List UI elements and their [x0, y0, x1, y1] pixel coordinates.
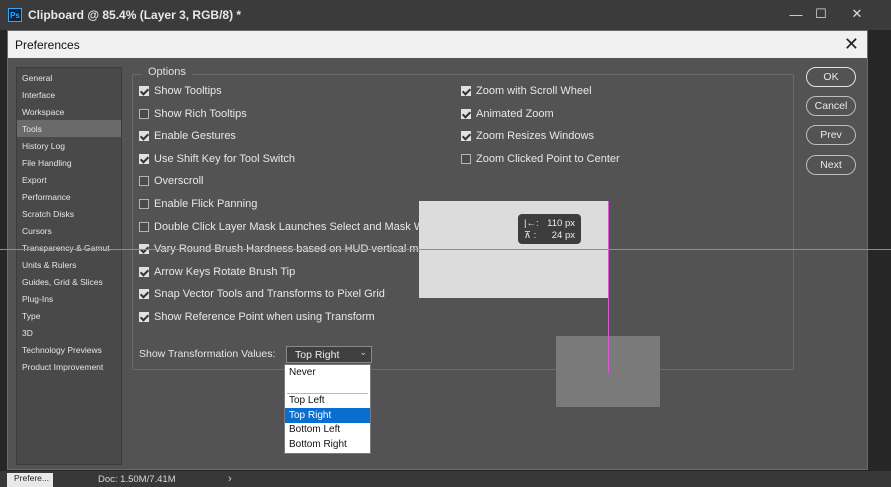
chevron-right-icon[interactable]: › — [228, 473, 232, 485]
option-label: Show Reference Point when using Transfor… — [154, 311, 375, 323]
options-legend: Options — [142, 66, 192, 78]
sidebar-item-guides-grid-slices[interactable]: Guides, Grid & Slices — [17, 273, 121, 290]
option-checkbox[interactable]: Zoom Clicked Point to Center — [461, 153, 620, 165]
checkbox-checked-icon[interactable] — [139, 86, 149, 96]
transform-values-label: Show Transformation Values: — [139, 348, 276, 360]
option-label: Enable Gestures — [154, 130, 236, 143]
sidebar-item-technology-previews[interactable]: Technology Previews — [17, 341, 121, 358]
option-label: Zoom Resizes Windows — [476, 130, 594, 143]
option-checkbox[interactable]: Zoom Resizes Windows — [461, 130, 594, 142]
transform-hud-tooltip: |←: 110 px ⊼ : 24 px — [518, 214, 581, 244]
checkbox-unchecked-icon[interactable] — [461, 153, 471, 164]
dropdown-separator — [287, 380, 368, 394]
sidebar-item-history-log[interactable]: History Log — [17, 137, 121, 154]
close-window-button[interactable]: ✕ — [842, 4, 872, 24]
chevron-down-icon: ⌄ — [359, 347, 367, 357]
hud-x-value: 110 px — [547, 217, 575, 229]
dropdown-option-top-left[interactable]: Top Left — [285, 394, 370, 409]
option-checkbox[interactable]: Show Reference Point when using Transfor… — [139, 311, 375, 323]
transform-values-select[interactable]: Top Right ⌄ — [286, 346, 372, 363]
option-label: Double Click Layer Mask Launches Select … — [154, 220, 440, 233]
sidebar-item-type[interactable]: Type — [17, 307, 121, 324]
sidebar-item-product-improvement[interactable]: Product Improvement — [17, 358, 121, 375]
status-bar: Prefere... Doc: 1.50M/7.41M › — [0, 471, 891, 487]
option-checkbox[interactable]: Enable Flick Panning — [139, 198, 257, 210]
checkbox-checked-icon[interactable] — [139, 131, 149, 142]
horizontal-guide-line[interactable] — [0, 249, 891, 250]
sidebar-item-units-rulers[interactable]: Units & Rulers — [17, 256, 121, 273]
option-label: Zoom Clicked Point to Center — [476, 152, 620, 165]
dropdown-option-top-right[interactable]: Top Right — [285, 408, 370, 423]
option-label: Use Shift Key for Tool Switch — [154, 152, 296, 165]
checkbox-checked-icon[interactable] — [139, 153, 149, 164]
option-checkbox[interactable]: Show Tooltips — [139, 85, 222, 97]
sidebar-item-scratch-disks[interactable]: Scratch Disks — [17, 205, 121, 222]
sidebar-item-plug-ins[interactable]: Plug-Ins — [17, 290, 121, 307]
option-label: Enable Flick Panning — [154, 198, 258, 210]
option-checkbox[interactable]: Zoom with Scroll Wheel — [461, 85, 592, 97]
dialog-title: Preferences — [15, 37, 80, 52]
dropdown-option-never[interactable]: Never — [285, 365, 370, 380]
checkbox-checked-icon[interactable] — [139, 289, 149, 300]
sidebar-item-file-handling[interactable]: File Handling — [17, 154, 121, 171]
checkbox-unchecked-icon[interactable] — [139, 221, 149, 232]
app-titlebar: Ps Clipboard @ 85.4% (Layer 3, RGB/8) * … — [0, 0, 891, 30]
next-button[interactable]: Next — [806, 155, 856, 175]
transform-values-dropdown: Never Top Left Top Right Bottom Left Bot… — [284, 364, 371, 454]
hud-x-row: |←: 110 px — [524, 217, 575, 229]
checkbox-checked-icon[interactable] — [461, 86, 471, 96]
photoshop-logo-icon: Ps — [8, 8, 22, 22]
checkbox-unchecked-icon[interactable] — [139, 108, 149, 119]
dropdown-option-bottom-right[interactable]: Bottom Right — [285, 437, 370, 452]
maximize-button[interactable]: ☐ — [806, 4, 836, 24]
status-tab[interactable]: Prefere... — [7, 473, 53, 487]
hud-y-row: ⊼ : 24 px — [524, 229, 575, 241]
checkbox-checked-icon[interactable] — [139, 312, 149, 322]
sidebar-item-cursors[interactable]: Cursors — [17, 222, 121, 239]
vertical-guide-line[interactable] — [608, 201, 609, 373]
checkbox-checked-icon[interactable] — [139, 266, 149, 277]
document-title: Clipboard @ 85.4% (Layer 3, RGB/8) * — [28, 8, 242, 22]
option-label: Show Tooltips — [154, 85, 222, 97]
dropdown-option-bottom-left[interactable]: Bottom Left — [285, 423, 370, 438]
arrow-up-bar-icon: ⊼ : — [524, 229, 537, 241]
option-label: Snap Vector Tools and Transforms to Pixe… — [154, 288, 385, 301]
arrow-left-bar-icon: |←: — [524, 217, 539, 229]
transform-values-selected: Top Right — [295, 348, 340, 361]
option-checkbox[interactable]: Animated Zoom — [461, 108, 554, 120]
option-label: Animated Zoom — [476, 107, 554, 120]
option-label: Overscroll — [154, 175, 204, 188]
option-label: Arrow Keys Rotate Brush Tip — [154, 265, 296, 278]
checkbox-unchecked-icon[interactable] — [139, 199, 149, 209]
checkbox-checked-icon[interactable] — [461, 131, 471, 142]
option-label: Zoom with Scroll Wheel — [476, 85, 592, 97]
checkbox-unchecked-icon[interactable] — [139, 176, 149, 187]
sidebar-item-workspace[interactable]: Workspace — [17, 103, 121, 120]
sidebar-item-interface[interactable]: Interface — [17, 86, 121, 103]
prev-button[interactable]: Prev — [806, 125, 856, 145]
option-checkbox[interactable]: Enable Gestures — [139, 130, 236, 142]
cancel-button[interactable]: Cancel — [806, 96, 856, 116]
ok-button[interactable]: OK — [806, 67, 856, 87]
checkbox-checked-icon[interactable] — [461, 108, 471, 119]
preferences-sidebar: General Interface Workspace Tools History Lo… — [16, 67, 122, 465]
option-checkbox[interactable]: Snap Vector Tools and Transforms to Pixe… — [139, 288, 385, 300]
dialog-close-button[interactable]: ✕ — [844, 34, 859, 54]
sidebar-item-tools[interactable]: Tools — [17, 120, 121, 137]
option-checkbox[interactable]: Use Shift Key for Tool Switch — [139, 153, 295, 165]
dialog-titlebar: Preferences — [8, 31, 867, 58]
doc-size-readout: Doc: 1.50M/7.41M — [98, 474, 176, 485]
sidebar-item-export[interactable]: Export — [17, 171, 121, 188]
sidebar-item-3d[interactable]: 3D — [17, 324, 121, 341]
sidebar-item-performance[interactable]: Performance — [17, 188, 121, 205]
option-checkbox[interactable]: Show Rich Tooltips — [139, 108, 247, 120]
option-checkbox[interactable]: Double Click Layer Mask Launches Select … — [139, 221, 439, 233]
option-label: Show Rich Tooltips — [154, 107, 247, 120]
option-checkbox[interactable]: Arrow Keys Rotate Brush Tip — [139, 266, 295, 278]
sidebar-item-transparency-gamut[interactable]: Transparency & Gamut — [17, 239, 121, 256]
hud-y-value: 24 px — [551, 229, 575, 241]
sidebar-list: General Interface Workspace Tools History Lo… — [17, 68, 121, 375]
option-checkbox[interactable]: Overscroll — [139, 175, 204, 187]
sidebar-item-general[interactable]: General — [17, 69, 121, 86]
